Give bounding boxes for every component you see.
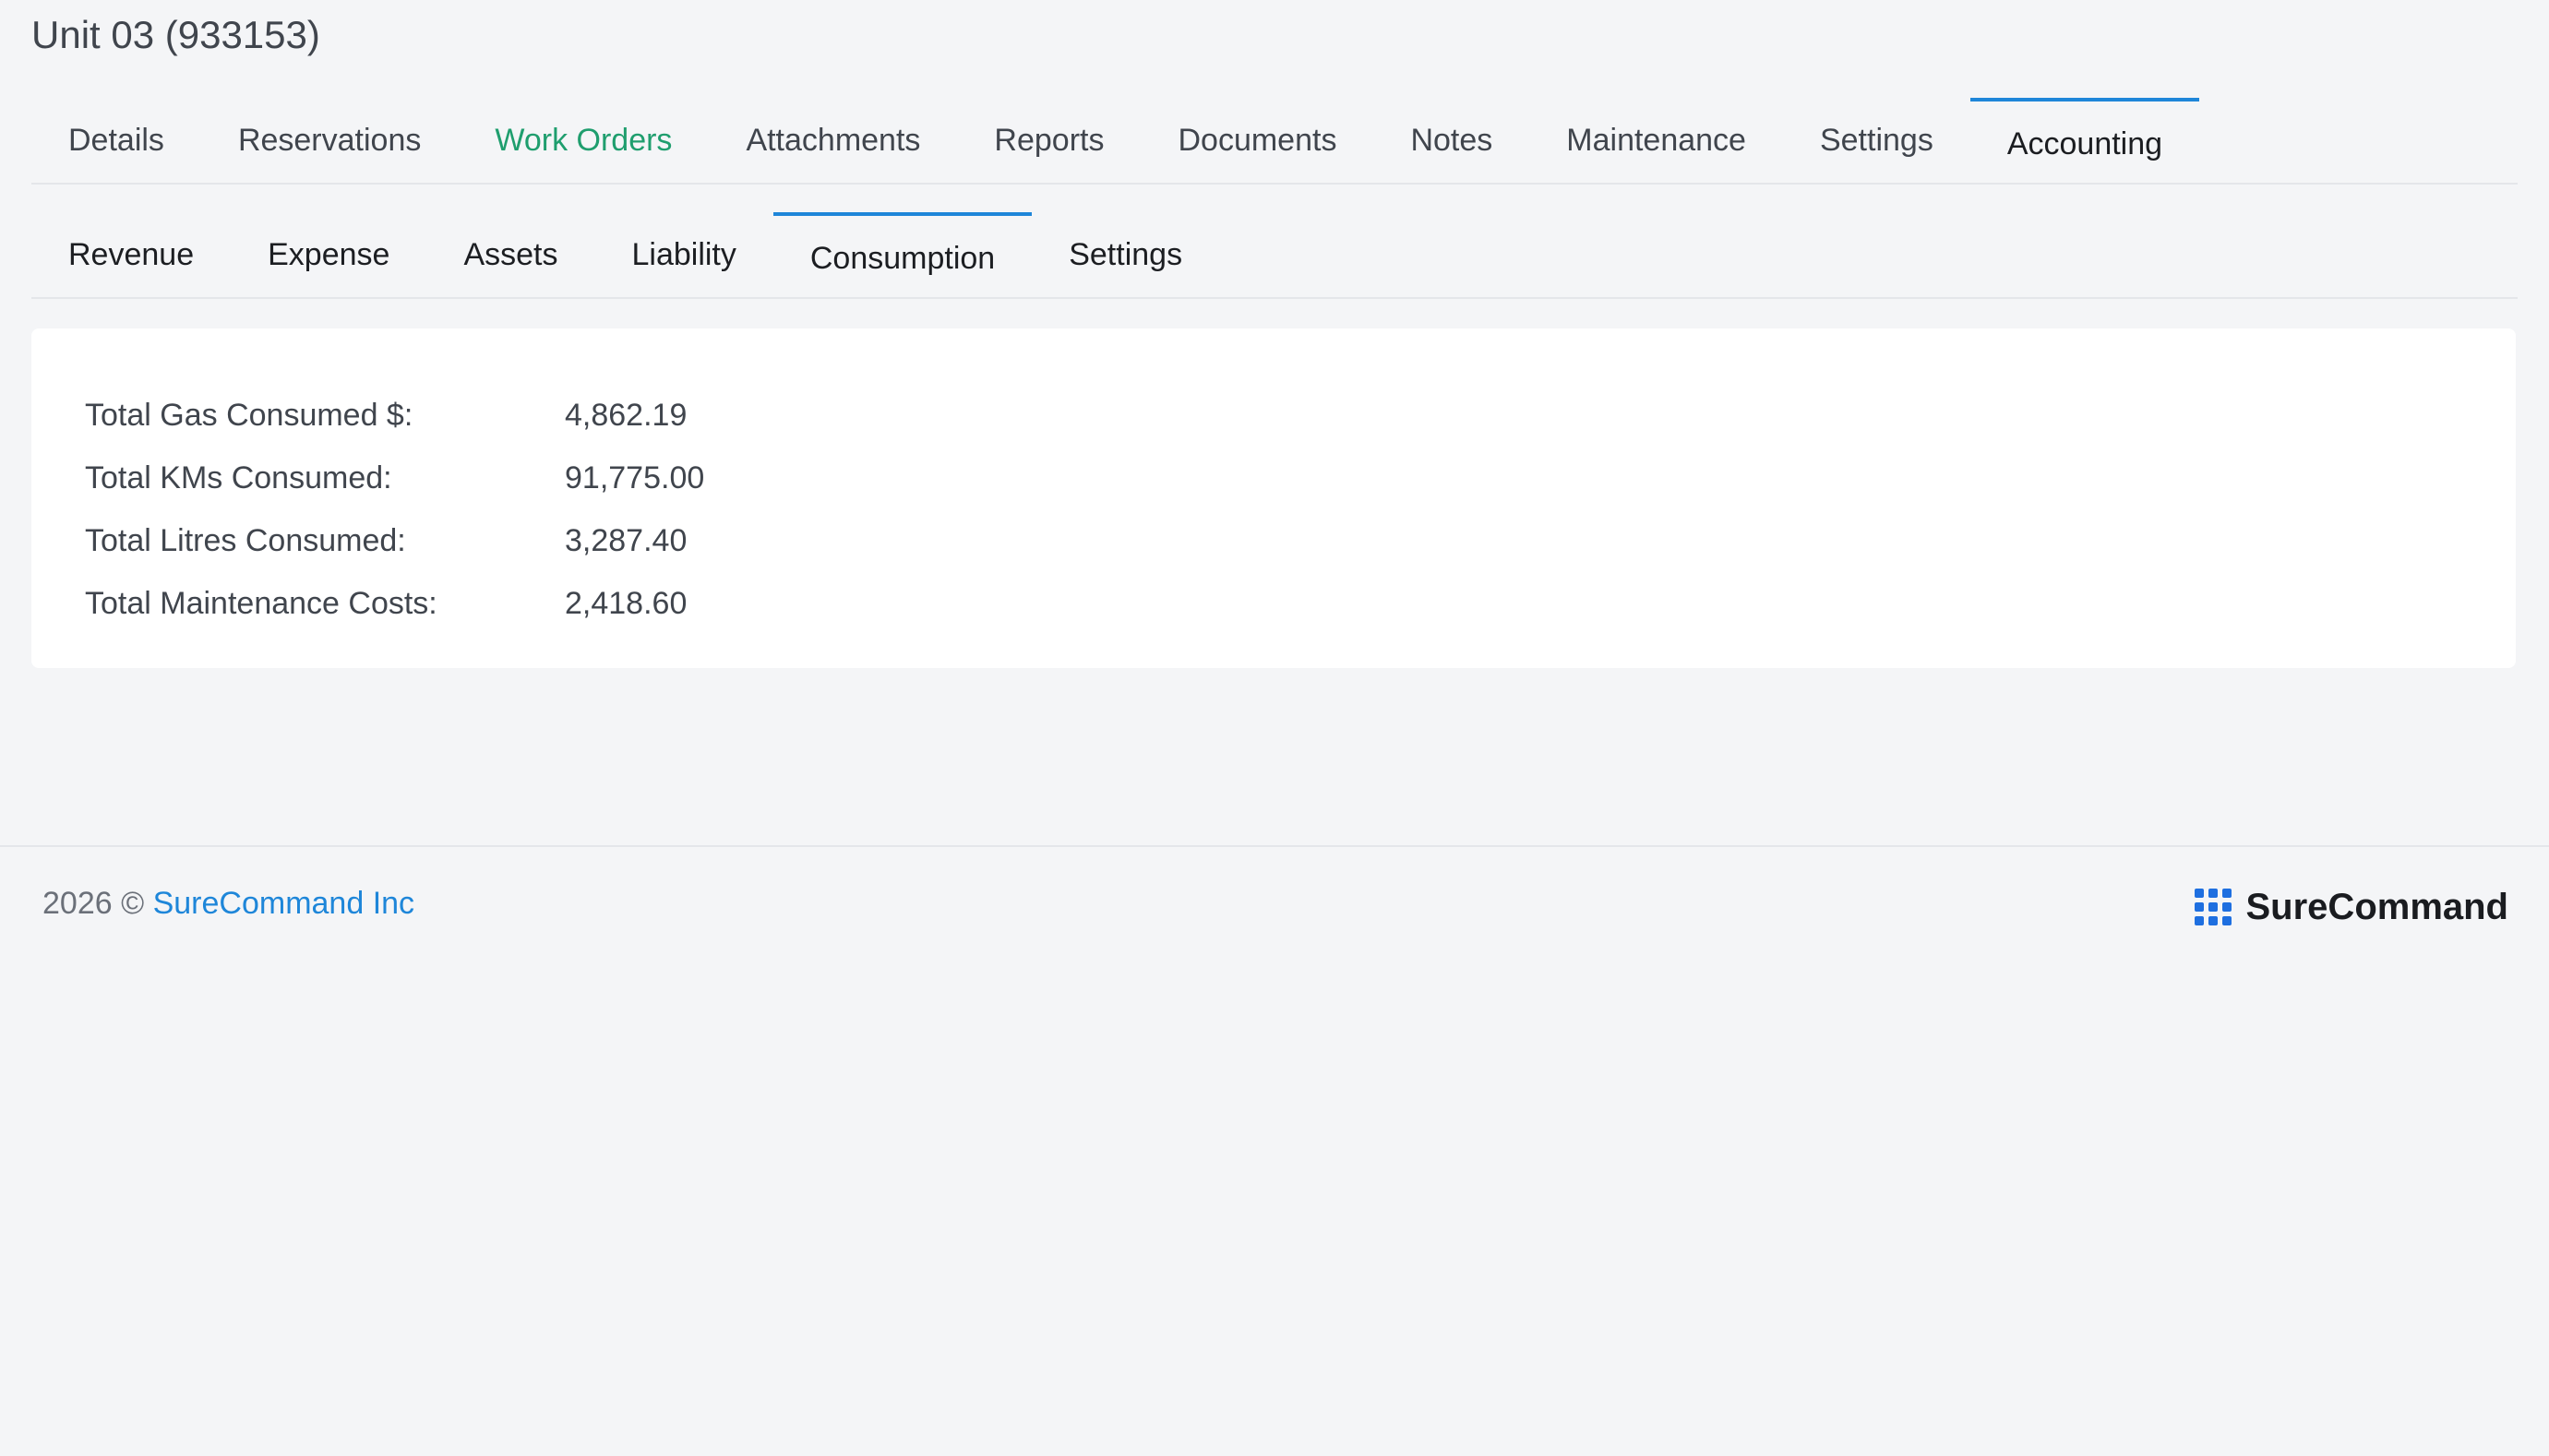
tab-settings[interactable]: Settings xyxy=(1783,98,1970,183)
subtab-assets[interactable]: Assets xyxy=(426,212,594,297)
brand-logo: SureCommand xyxy=(2194,882,2509,932)
subtab-expense[interactable]: Expense xyxy=(231,212,426,297)
tab-reservations[interactable]: Reservations xyxy=(201,98,458,183)
footer-copyright: 2026 © SureCommand Inc xyxy=(42,882,414,925)
tab-work-orders[interactable]: Work Orders xyxy=(458,98,709,183)
tab-attachments[interactable]: Attachments xyxy=(709,98,957,183)
stat-value: 2,418.60 xyxy=(565,585,688,621)
tab-reports[interactable]: Reports xyxy=(957,98,1141,183)
subtab-settings[interactable]: Settings xyxy=(1032,212,1219,297)
stat-value: 3,287.40 xyxy=(565,522,688,558)
subtab-revenue[interactable]: Revenue xyxy=(31,212,231,297)
grid-dots-icon xyxy=(2194,889,2232,925)
tab-documents[interactable]: Documents xyxy=(1141,98,1373,183)
stat-label: Total KMs Consumed: xyxy=(85,459,392,495)
brand-name: SureCommand xyxy=(2245,886,2509,927)
tab-details[interactable]: Details xyxy=(31,98,201,183)
footer-divider xyxy=(0,845,2549,847)
page: Unit 03 (933153) Details Reservations Wo… xyxy=(0,0,2549,1456)
stat-label: Total Maintenance Costs: xyxy=(85,585,437,621)
subtab-liability[interactable]: Liability xyxy=(594,212,772,297)
stat-row-gas: Total Gas Consumed $: 4,862.19 xyxy=(85,384,704,447)
consumption-card: Total Gas Consumed $: 4,862.19 Total KMs… xyxy=(31,328,2516,668)
page-title: Unit 03 (933153) xyxy=(31,13,320,56)
subtab-consumption[interactable]: Consumption xyxy=(772,212,1033,297)
tab-notes[interactable]: Notes xyxy=(1373,98,1529,183)
accounting-sub-tabs: Revenue Expense Assets Liability Consump… xyxy=(31,212,2518,299)
stat-value: 4,862.19 xyxy=(565,397,688,433)
stat-row-maintenance: Total Maintenance Costs: 2,418.60 xyxy=(85,572,704,635)
stat-row-kms: Total KMs Consumed: 91,775.00 xyxy=(85,447,704,509)
company-link[interactable]: SureCommand Inc xyxy=(153,886,414,921)
stat-row-litres: Total Litres Consumed: 3,287.40 xyxy=(85,509,704,572)
copyright-text: 2026 © xyxy=(42,886,145,921)
tab-accounting[interactable]: Accounting xyxy=(1969,98,2200,183)
stat-value: 91,775.00 xyxy=(565,459,705,495)
stat-label: Total Gas Consumed $: xyxy=(85,397,413,433)
consumption-stats: Total Gas Consumed $: 4,862.19 Total KMs… xyxy=(85,384,704,635)
stat-label: Total Litres Consumed: xyxy=(85,522,406,558)
main-tabs: Details Reservations Work Orders Attachm… xyxy=(31,98,2518,185)
tab-maintenance[interactable]: Maintenance xyxy=(1529,98,1783,183)
